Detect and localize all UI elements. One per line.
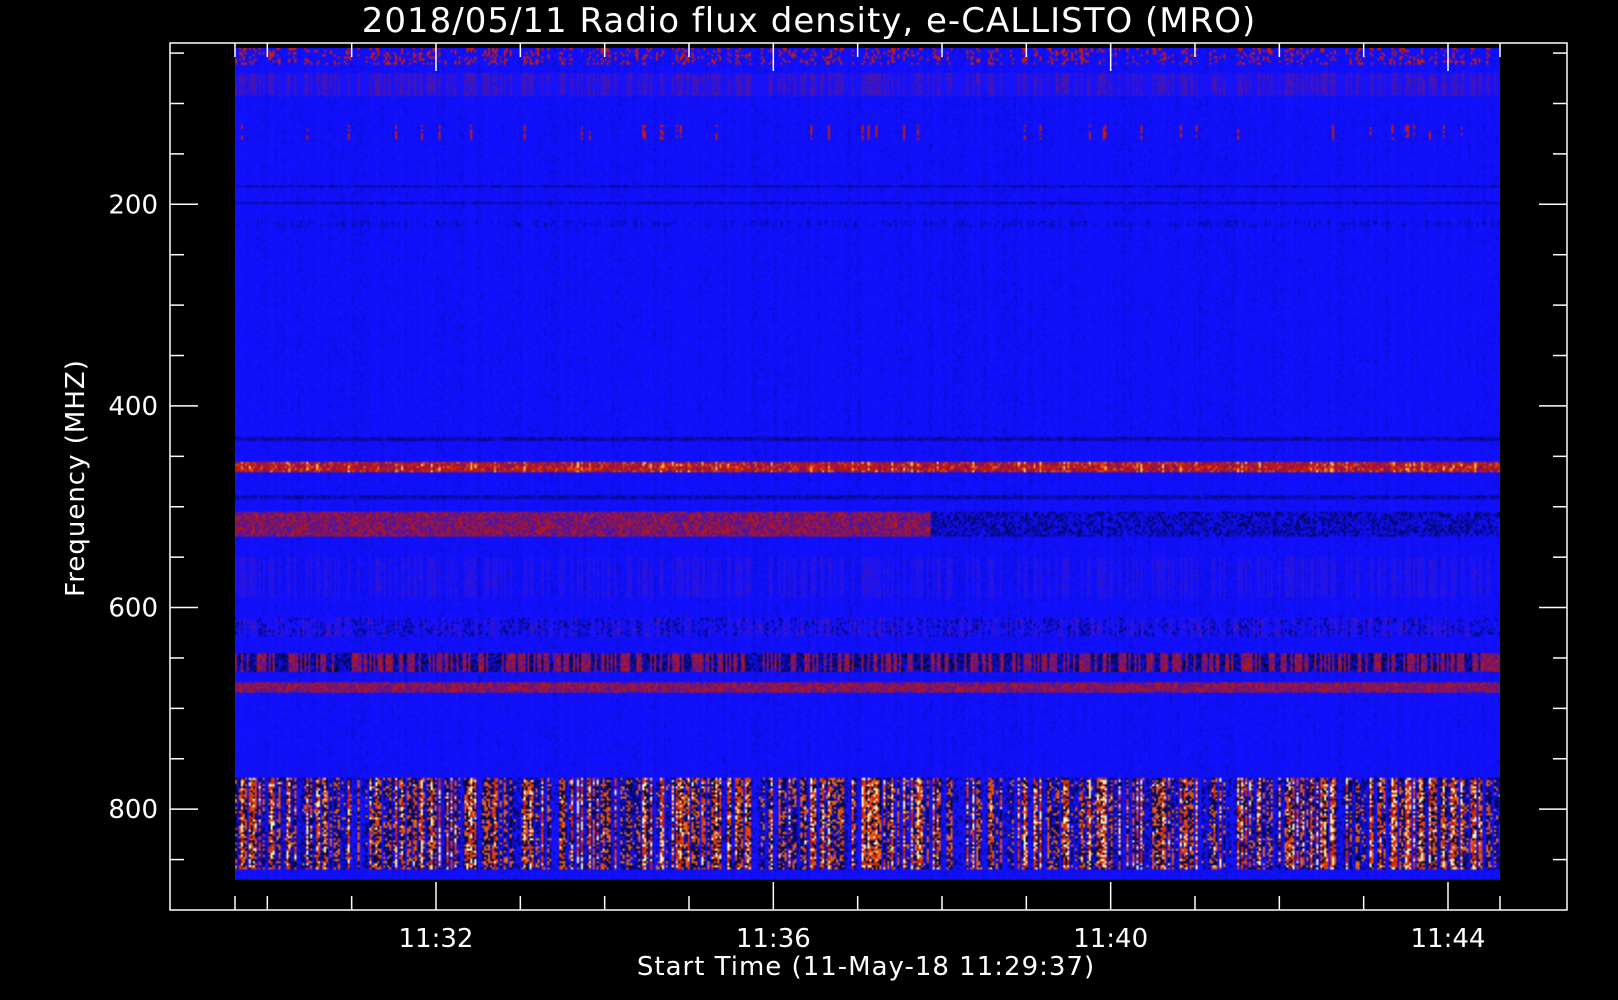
x-tick-label: 11:40: [1073, 924, 1148, 954]
x-tick-label: 11:32: [399, 924, 474, 954]
y-tick-label: 400: [108, 392, 158, 422]
spectrogram-heatmap: [235, 48, 1500, 880]
x-axis-label: Start Time (11-May-18 11:29:37): [637, 952, 1095, 982]
y-tick-label: 800: [108, 795, 158, 825]
chart-title: 2018/05/11 Radio flux density, e-CALLIST…: [362, 1, 1257, 41]
y-tick-label: 200: [108, 190, 158, 220]
spectrogram-image: [235, 48, 1500, 880]
x-tick-label: 11:44: [1411, 924, 1486, 954]
y-tick-label: 600: [108, 594, 158, 624]
y-axis-label: Frequency (MHZ): [61, 359, 91, 597]
x-tick-label: 11:36: [736, 924, 811, 954]
spectrogram-chart: 2018/05/11 Radio flux density, e-CALLIST…: [0, 0, 1618, 1000]
